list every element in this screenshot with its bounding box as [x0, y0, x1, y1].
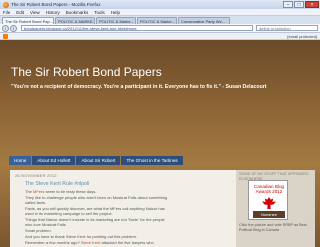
maximize-button[interactable]: □	[294, 1, 304, 8]
forward-icon[interactable]: ›	[10, 24, 17, 32]
menu-view[interactable]: View	[30, 10, 40, 15]
nav-about-sir-robert[interactable]: About Sir Robert	[76, 156, 121, 165]
menu-bar: File Edit View History Bookmarks Tools H…	[0, 9, 320, 16]
nav-about-ed[interactable]: About Ed Hollett	[32, 156, 76, 165]
window-title: The Sir Robert Bond Papers - Mozilla Fir…	[11, 2, 101, 7]
minimize-button[interactable]: –	[283, 1, 293, 8]
tab-politic-1[interactable]: POLITIC & MARKE...	[55, 17, 95, 24]
post-paragraph: Remember a few months ago? Steve Kent at…	[25, 240, 154, 245]
tab-bond-papers[interactable]: The Sir Robert Bond Pap...	[2, 17, 54, 24]
badge-title: Canadian Blog Awards 2012	[253, 184, 285, 194]
post-paragraph: And you have to thank Steve Kent for poi…	[25, 234, 138, 239]
blog-title[interactable]: The Sir Robert Bond Papers	[11, 65, 162, 79]
nav-ghost[interactable]: The Ghost in the Tartines	[121, 156, 183, 165]
maple-leaf-icon	[262, 197, 276, 209]
blog-tagline: "You're not a recipient of democracy. Yo…	[11, 84, 267, 90]
close-button[interactable]: ×	[305, 1, 319, 8]
steve-kent-link[interactable]: Steve Kent	[81, 240, 101, 245]
post-paragraph: Small problem.	[25, 228, 52, 233]
blog-nav: Home About Ed Hollett About Sir Robert T…	[9, 156, 184, 165]
menu-tools[interactable]: Tools	[94, 10, 105, 15]
navigation-bar: ‹ › bondpapers.blogspot.ca/2012/11/the-s…	[0, 24, 320, 33]
post-paragraph: Things that Nalcor doesn't include in it…	[25, 217, 165, 227]
menu-help[interactable]: Help	[111, 10, 120, 15]
blogger-icon[interactable]	[3, 33, 8, 39]
post-date: 26 NOVEMBER 2012	[15, 173, 57, 178]
url-bar[interactable]: bondpapers.blogspot.ca/2012/11/the-steve…	[21, 25, 253, 31]
tab-strip: The Sir Robert Bond Pap... POLITIC & MAR…	[0, 16, 320, 24]
nav-home[interactable]: Home	[9, 156, 32, 165]
post-paragraph: Facts, as you will quickly discover, are…	[25, 206, 165, 216]
post-paragraph: They like to challenge people who aren't…	[25, 195, 168, 205]
post-paragraph: The MFers seem to be testy these days.	[25, 189, 97, 194]
tab-politic-2[interactable]: POLITIC & Marke...	[96, 17, 136, 24]
menu-history[interactable]: History	[46, 10, 60, 15]
search-input[interactable]: define prostitution	[256, 25, 318, 31]
tab-conservative[interactable]: Conservative Party We...	[178, 17, 230, 24]
menu-edit[interactable]: Edit	[16, 10, 24, 15]
blogger-navbar: [email protected]	[0, 33, 320, 40]
sidebar-vote-text: Click the picture and vote SRBP as Best …	[239, 223, 307, 232]
blog-award-badge[interactable]: Canadian Blog Awards 2012 Nominee	[248, 180, 288, 220]
blogger-user[interactable]: [email protected]	[287, 34, 317, 39]
sidebar: SOME OF MY STUFF THAT APPEARED ELSEWHERE…	[236, 170, 315, 247]
post-title[interactable]: The Steve Kent Rule #nlpoli	[25, 181, 89, 187]
menu-bookmarks[interactable]: Bookmarks	[66, 10, 89, 15]
window-titlebar: The Sir Robert Bond Papers - Mozilla Fir…	[0, 0, 320, 9]
back-icon[interactable]: ‹	[2, 24, 9, 32]
mfers-link[interactable]: MFers	[33, 189, 44, 194]
tab-politic-3[interactable]: POLITIC & Marke...	[137, 17, 177, 24]
post-area: 26 NOVEMBER 2012 The Steve Kent Rule #nl…	[10, 170, 236, 247]
firefox-icon	[3, 1, 9, 8]
menu-file[interactable]: File	[3, 10, 10, 15]
badge-nominee: Nominee	[253, 211, 285, 218]
